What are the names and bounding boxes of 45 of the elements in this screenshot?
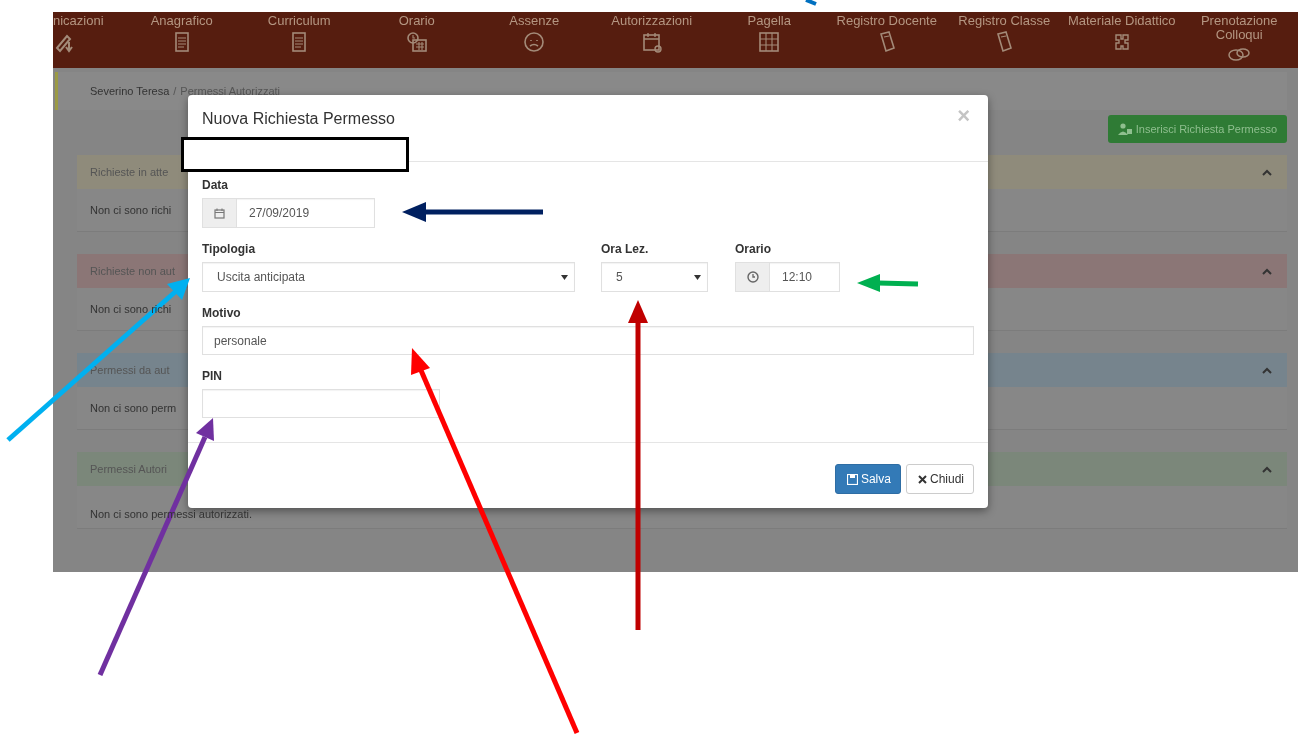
- face-icon: [522, 30, 547, 54]
- nav-item[interactable]: nicazioni: [53, 12, 123, 68]
- field-label: PIN: [202, 369, 223, 383]
- caret-icon: [561, 274, 568, 280]
- field-label: Motivo: [202, 306, 242, 320]
- panel-message: Non ci sono perm: [90, 402, 177, 414]
- clock-calendar-icon: [404, 30, 429, 54]
- date-field[interactable]: 27/09/2019: [202, 198, 375, 228]
- nav-item[interactable]: Orario: [358, 12, 476, 68]
- caret-icon: [694, 274, 701, 280]
- nav-item[interactable]: Anagrafico: [123, 12, 241, 68]
- field-label: Data: [202, 178, 229, 192]
- nav-item[interactable]: Registro Docente: [828, 12, 946, 68]
- breadcrumb-link[interactable]: Severino Teresa: [90, 85, 170, 97]
- field-label: Orario: [735, 242, 772, 256]
- modal-title: Nuova Richiesta Permesso: [202, 110, 395, 128]
- calendar-icon: [214, 207, 225, 219]
- nav-item[interactable]: Curriculum: [240, 12, 358, 68]
- breadcrumb-separator: /: [173, 85, 177, 97]
- field-label: Tipologia: [202, 242, 257, 256]
- lesson-hour-dropdown[interactable]: 5: [601, 262, 708, 292]
- chevron-up-icon[interactable]: [1261, 366, 1273, 374]
- clock-icon: [746, 271, 759, 283]
- type-dropdown[interactable]: Uscita anticipata: [202, 262, 575, 292]
- panel-message: Non ci sono richi: [90, 204, 172, 216]
- chevron-up-icon[interactable]: [1261, 168, 1273, 176]
- nav-item[interactable]: Pagella: [710, 12, 828, 68]
- close-dialog-button[interactable]: Chiudi: [905, 464, 974, 494]
- user-icon: [1117, 123, 1132, 135]
- annotation-arrow: [857, 274, 919, 292]
- nav-item[interactable]: Autorizzazioni: [593, 12, 711, 68]
- pin-field[interactable]: [202, 389, 440, 418]
- reason-field[interactable]: personale: [202, 326, 974, 355]
- nav-item[interactable]: Assenze: [475, 12, 593, 68]
- chevron-up-icon[interactable]: [1261, 267, 1273, 275]
- grid-icon: [757, 30, 782, 54]
- nav-item[interactable]: Materiale Didattico: [1063, 12, 1181, 68]
- nav-item[interactable]: Prenotazione Colloqui: [1180, 12, 1298, 68]
- save-button[interactable]: Salva: [834, 464, 901, 494]
- chevron-up-icon[interactable]: [1261, 465, 1273, 473]
- field-label: Ora Lez.: [601, 242, 650, 256]
- insert-request-button[interactable]: Inserisci Richiesta Permesso: [1107, 115, 1287, 143]
- nav-item[interactable]: Registro Classe: [945, 12, 1063, 68]
- time-field[interactable]: 12:10: [735, 262, 840, 292]
- close-icon: [917, 474, 927, 484]
